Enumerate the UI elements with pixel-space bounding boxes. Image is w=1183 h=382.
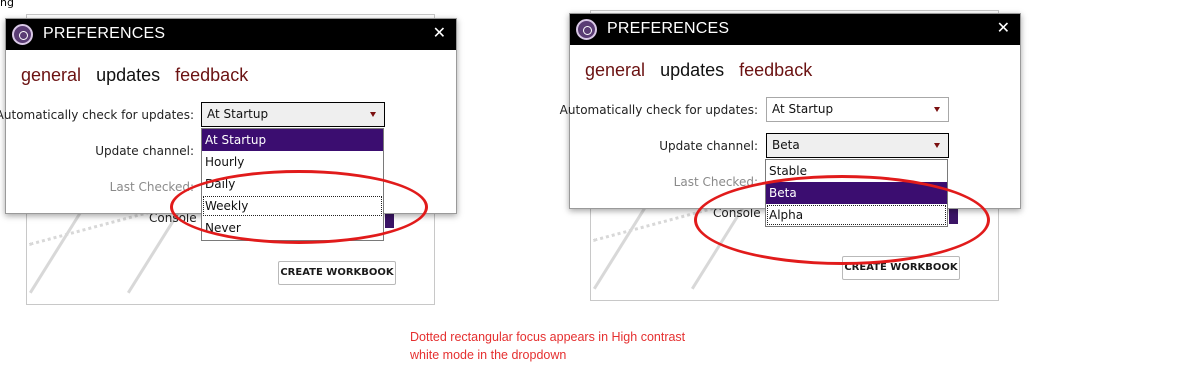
check-updates-label: Automatically check for updates:	[559, 103, 758, 117]
close-icon[interactable]: ✕	[997, 18, 1010, 37]
tab-updates[interactable]: updates	[660, 60, 724, 80]
annotation-caption: Dotted rectangular focus appears in High…	[410, 328, 740, 364]
tab-bar: general updates feedback	[21, 65, 258, 86]
update-channel-label: Update channel:	[659, 139, 758, 153]
annotation-ellipse	[170, 170, 428, 244]
tab-updates[interactable]: updates	[96, 65, 160, 85]
check-updates-value: At Startup	[772, 102, 834, 116]
corner-text: ng	[0, 0, 14, 9]
annotation-ellipse	[694, 175, 990, 265]
tab-general[interactable]: general	[585, 60, 645, 80]
app-logo-icon	[12, 24, 33, 45]
update-channel-value: Beta	[772, 138, 800, 152]
dropdown-option[interactable]: At Startup	[202, 129, 383, 151]
check-updates-select[interactable]: At Startup	[766, 97, 949, 122]
check-updates-select[interactable]: At Startup	[201, 102, 385, 127]
dialog-title: PREFERENCES	[607, 20, 730, 37]
check-updates-label: Automatically check for updates:	[0, 108, 194, 122]
dialog-titlebar: PREFERENCES ✕	[6, 19, 456, 50]
tab-feedback[interactable]: feedback	[739, 60, 812, 80]
create-workbook-button[interactable]: CREATE WORKBOOK	[278, 261, 396, 285]
tab-bar: general updates feedback	[585, 60, 822, 81]
app-logo-icon	[576, 19, 597, 40]
chevron-down-icon	[934, 107, 940, 112]
chevron-down-icon	[934, 143, 940, 148]
tab-feedback[interactable]: feedback	[175, 65, 248, 85]
dialog-title: PREFERENCES	[43, 25, 166, 42]
update-channel-select[interactable]: Beta	[766, 133, 949, 158]
chevron-down-icon	[370, 112, 376, 117]
update-channel-label: Update channel:	[95, 144, 194, 158]
caption-line: white mode in the dropdown	[410, 348, 567, 362]
check-updates-value: At Startup	[207, 107, 269, 121]
tab-general[interactable]: general	[21, 65, 81, 85]
dialog-titlebar: PREFERENCES ✕	[570, 14, 1020, 45]
caption-line: Dotted rectangular focus appears in High…	[410, 330, 686, 344]
close-icon[interactable]: ✕	[433, 23, 446, 42]
